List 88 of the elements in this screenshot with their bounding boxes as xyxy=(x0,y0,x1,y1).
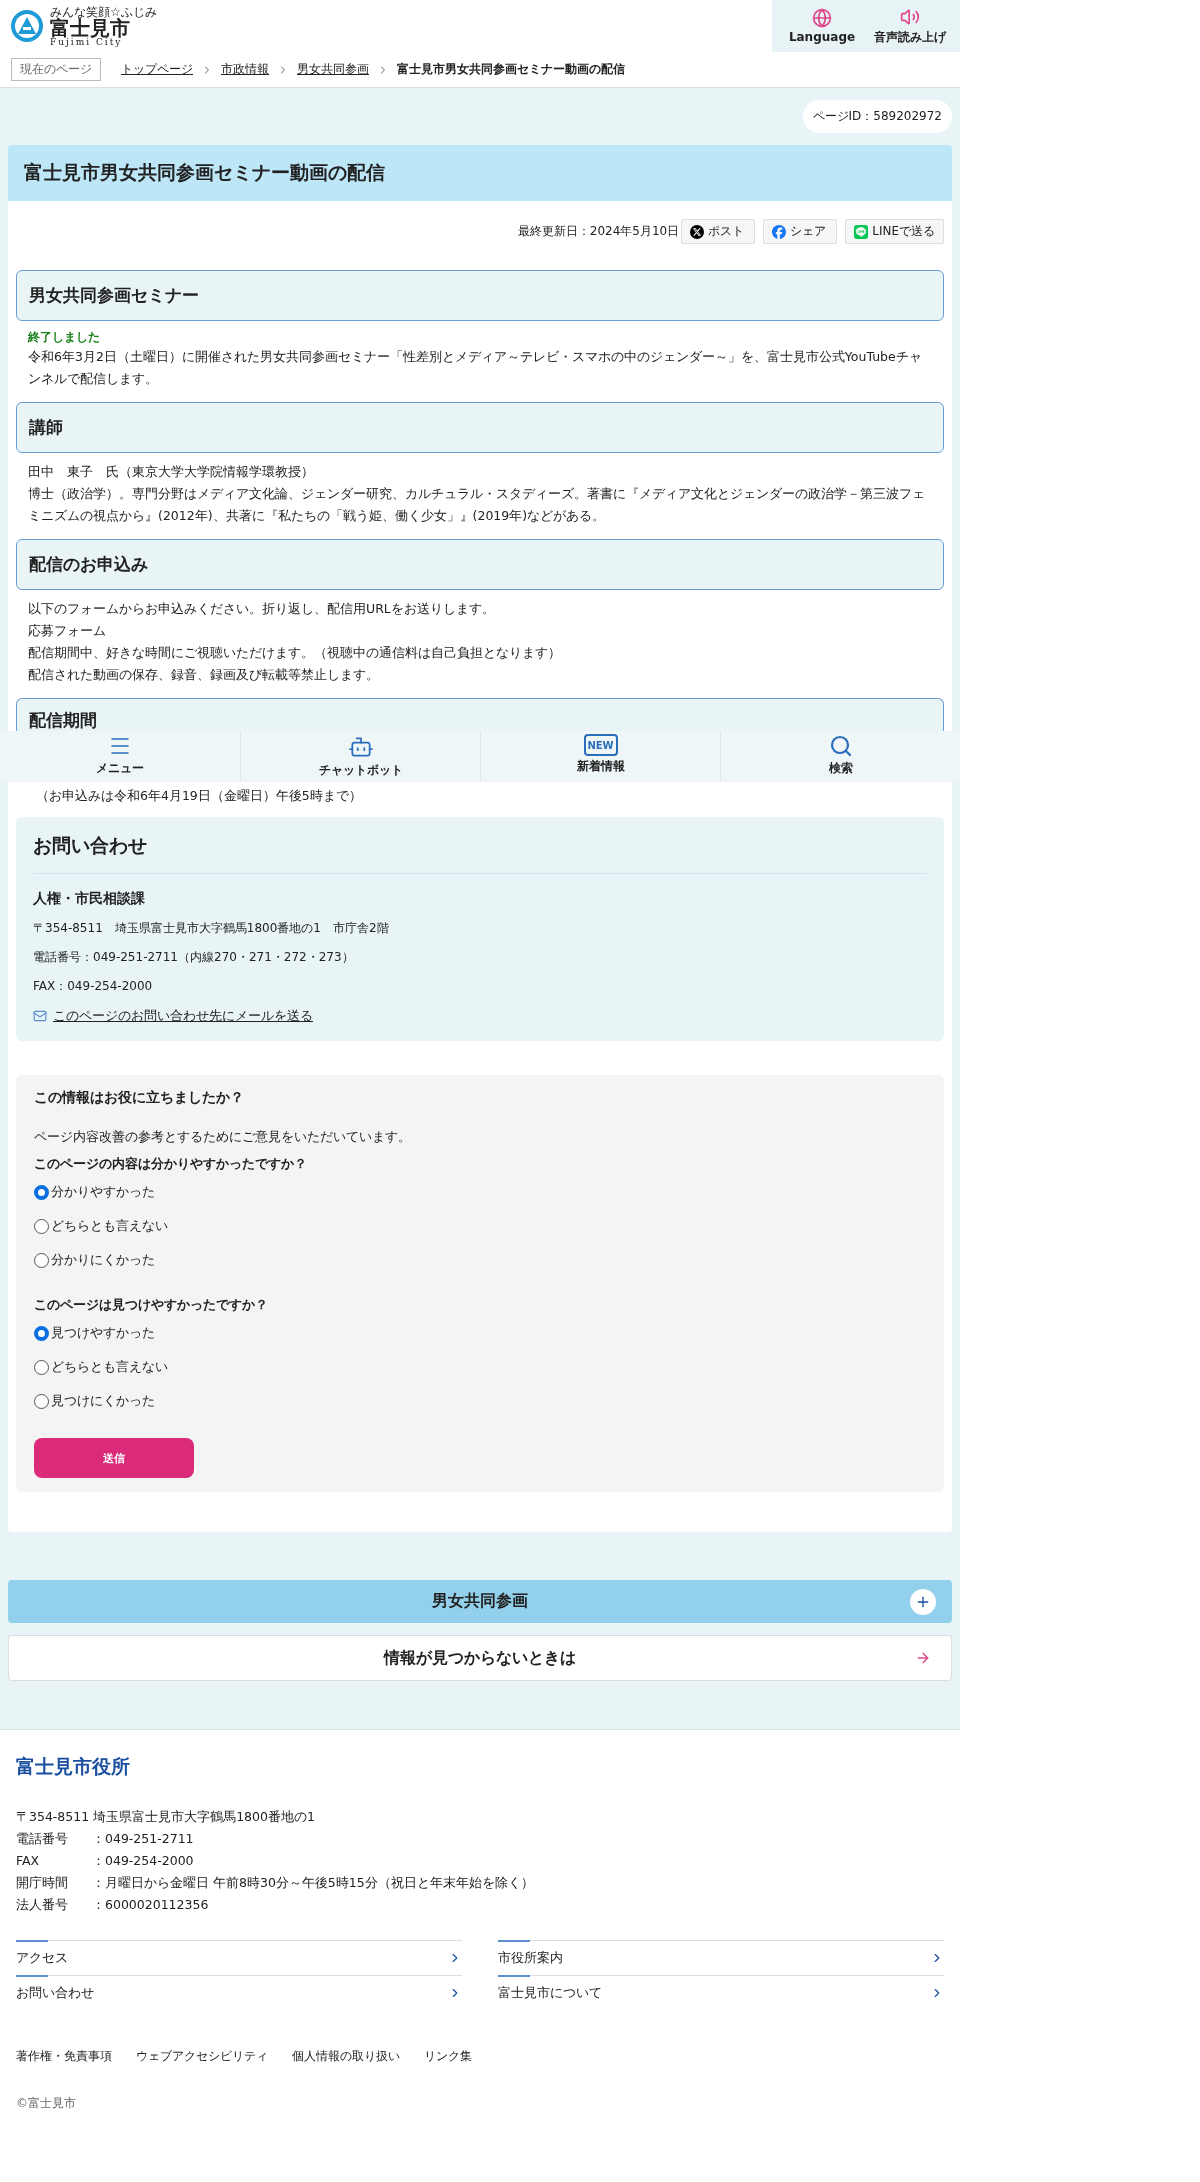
radio-button[interactable] xyxy=(34,1359,49,1375)
contact-line: 〒354-8511 埼玉県富士見市大字鶴馬1800番地の1 市庁舎2階 xyxy=(33,920,390,937)
option-label: どちらとも言えない xyxy=(51,1358,168,1376)
section-heading: 男女共同参画セミナー xyxy=(16,270,944,321)
footer-sub-link[interactable]: ウェブアクセシビリティ xyxy=(136,2048,268,2065)
department-name: 人権・市民相談課 xyxy=(33,890,146,908)
section-heading: 講師 xyxy=(16,402,944,453)
nav-button[interactable]: チャットボット xyxy=(240,731,480,782)
option-label: どちらとも言えない xyxy=(51,1217,168,1235)
option-label: 分かりにくかった xyxy=(51,1251,155,1269)
nav-button[interactable]: NEW 新着情報 xyxy=(480,731,720,782)
radio-button[interactable] xyxy=(34,1218,49,1234)
logo-tagline: みんな笑顔☆ふじみ xyxy=(50,5,157,18)
contact-title: お問い合わせ xyxy=(33,833,927,874)
nav-button[interactable]: 検索 xyxy=(720,731,960,782)
footer-link[interactable]: お問い合わせ xyxy=(16,1975,462,2010)
question-label: このページの内容は分かりやすかったですか？ xyxy=(34,1156,308,1173)
expand-icon xyxy=(910,1589,936,1615)
info-label: 電話番号 xyxy=(16,1830,69,1848)
globe-icon xyxy=(812,8,832,28)
paragraph: 博士（政治学）。専門分野はメディア文化論、ジェンダー研究、カルチュラル・スタディーズ。著書に『メディア文化とジェンダーの政治学－第三波フェミニズムの視点から』(2012年)、共著に『私たちの「戦う姫、働く少女」』(2019年)などがある。 xyxy=(28,485,926,525)
question-label: このページは見つけやすかったですか？ xyxy=(34,1297,269,1314)
breadcrumb-link[interactable]: 市政情報 xyxy=(221,61,269,78)
share-button[interactable]: シェア xyxy=(763,219,838,244)
breadcrumb-link[interactable]: 男女共同参画 xyxy=(297,61,369,78)
share-button[interactable]: LINEで送る xyxy=(845,219,944,244)
paragraph: 応募フォーム xyxy=(28,622,107,640)
info-value: ：049-251-2711 xyxy=(92,1830,194,1848)
nav-button[interactable]: メニュー xyxy=(0,731,240,782)
status-text: 終了しました xyxy=(28,329,101,346)
contact-line: 電話番号：049-251-2711（内線270・271・272・273） xyxy=(33,949,355,966)
paragraph: 田中 東子 氏（東京大学大学院情報学環教授） xyxy=(28,463,315,481)
submit-button[interactable]: 送信 xyxy=(34,1438,194,1478)
footer-sub-link[interactable]: 著作権・免責事項 xyxy=(16,2048,112,2065)
speaker-icon xyxy=(900,6,920,27)
radio-button[interactable] xyxy=(34,1325,49,1341)
robot-icon xyxy=(347,734,374,760)
city-emblem-icon xyxy=(10,9,44,43)
footer-link[interactable]: 市役所案内 xyxy=(498,1940,944,1975)
paragraph: 配信期間中、好きな時間にご視聴いただけます。（視聴中の通信料は自己負担となります） xyxy=(28,644,562,662)
option-label: 分かりやすかった xyxy=(51,1183,155,1201)
new-icon: NEW xyxy=(583,734,618,756)
footer-title: 富士見市役所 xyxy=(16,1754,131,1779)
info-label: FAX xyxy=(16,1852,41,1870)
logo-roman-name: Fujimi City xyxy=(50,37,123,47)
paragraph: 以下のフォームからお申込みください。折り返し、配信用URLをお送りします。 xyxy=(28,600,496,618)
page-id: ページID：589202972 xyxy=(802,100,952,133)
logo-name: 富士見市 xyxy=(50,17,130,38)
page-title: 富士見市男女共同参画セミナー動画の配信 xyxy=(8,145,952,201)
mail-icon xyxy=(33,1009,47,1023)
paragraph: 令和6年3月2日（土曜日）に開催された男女共同参画セミナー「性差別とメディア～テレビ・スマホの中のジェンダー～」を、富士見市公式YouTubeチャンネルで配信します。 xyxy=(28,348,923,388)
paragraph: 配信された動画の保存、録音、録画及び転載等禁止します。 xyxy=(28,666,380,684)
section-heading: 配信期間 xyxy=(16,698,944,731)
footer-sub-link[interactable]: リンク集 xyxy=(424,2048,472,2065)
option-label: 見つけやすかった xyxy=(51,1324,155,1342)
search-icon xyxy=(828,734,853,758)
contact-line: FAX：049-254-2000 xyxy=(33,978,154,995)
language-button[interactable]: Language xyxy=(778,0,866,52)
footer-link[interactable]: 富士見市について xyxy=(498,1975,944,2010)
info-value: ：6000020112356 xyxy=(92,1896,209,1914)
feedback-intro: ページ内容改善の参考とするためにご意見をいただいています。 xyxy=(34,1129,412,1146)
feedback-title: この情報はお役に立ちましたか？ xyxy=(34,1089,245,1107)
last-updated: 最終更新日：2024年5月10日 xyxy=(517,223,680,240)
option-label: 見つけにくかった xyxy=(51,1392,155,1410)
accordion-header[interactable]: 男女共同参画 xyxy=(8,1580,952,1623)
share-button[interactable]: ポスト xyxy=(681,219,756,244)
not-found-link[interactable]: 情報が見つからないときは xyxy=(8,1635,952,1681)
section-heading: 配信のお申込み xyxy=(16,539,944,590)
footer-address: 〒354-8511 埼玉県富士見市大字鶴馬1800番地の1 xyxy=(16,1808,316,1826)
info-label: 法人番号 xyxy=(16,1896,69,1914)
info-value: ：月曜日から金曜日 午前8時30分～午後5時15分（祝日と年末年始を除く） xyxy=(92,1874,534,1892)
footer-link[interactable]: アクセス xyxy=(16,1940,462,1975)
footer-sub-link[interactable]: 個人情報の取り扱い xyxy=(292,2048,400,2065)
info-label: 開庁時間 xyxy=(16,1874,69,1892)
copyright: ©富士見市 xyxy=(16,2095,77,2112)
radio-button[interactable] xyxy=(34,1393,49,1409)
radio-button[interactable] xyxy=(34,1184,49,1200)
line-icon xyxy=(854,224,869,239)
x-icon xyxy=(690,224,705,239)
breadcrumb-label: 現在のページ xyxy=(11,58,101,81)
deadline-note: （お申込みは令和6年4月19日（金曜日）午後5時まで） xyxy=(36,788,363,805)
breadcrumb-link[interactable]: トップページ xyxy=(121,61,193,78)
radio-button[interactable] xyxy=(34,1252,49,1268)
info-value: ：049-254-2000 xyxy=(92,1852,194,1870)
facebook-icon xyxy=(772,224,787,239)
mail-link[interactable]: このページのお問い合わせ先にメールを送る xyxy=(33,1007,313,1025)
breadcrumb-current: 富士見市男女共同参画セミナー動画の配信 xyxy=(397,61,625,78)
read-aloud-button[interactable]: 音声読み上げ xyxy=(866,0,954,52)
